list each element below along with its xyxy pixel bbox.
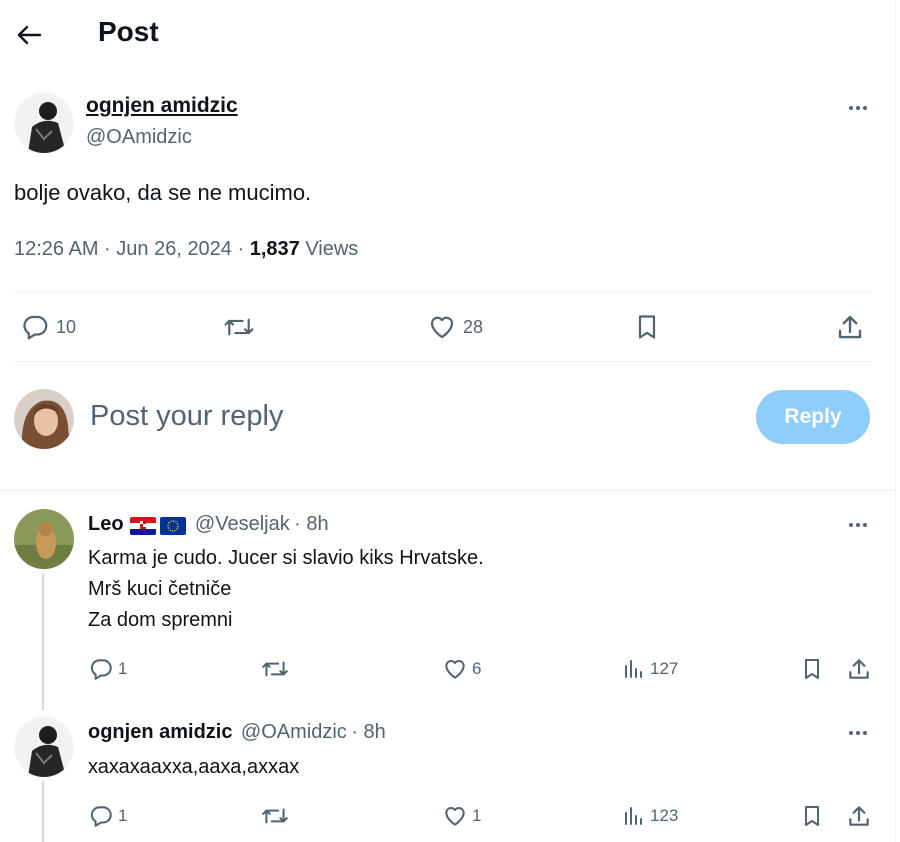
view-count: 123 [650,806,679,825]
divider [14,361,872,362]
reply-header: Leo @Veseljak · 8h [88,513,329,536]
retweet-button[interactable] [222,312,256,342]
croatia-flag-icon [130,516,157,535]
reply-button[interactable]: 10 [20,312,76,342]
like-button[interactable]: 1 [442,803,481,829]
reply-time[interactable]: · 8h [294,513,328,535]
reply-submit-button[interactable]: Reply [756,390,870,444]
retweet-button[interactable] [260,656,290,682]
like-icon [445,807,465,826]
reply-button[interactable]: 1 [88,656,127,682]
page-title: Post [98,16,159,47]
like-icon [430,316,454,339]
user-avatar[interactable] [14,389,74,449]
more-icon[interactable] [843,515,873,535]
retweet-icon [262,661,288,677]
reply-author-handle[interactable]: @Veseljak [195,513,290,535]
post-text: bolje ovako, da se ne mucimo. [14,180,312,205]
more-icon[interactable] [843,723,873,743]
reply-button[interactable]: 1 [88,803,127,829]
reply-text-line: Mrš kuci četniče [88,578,232,600]
column-border [895,0,896,842]
back-arrow-icon[interactable] [14,20,44,50]
reply-text-line: хахахааxха,ааха,ахxах [88,756,300,778]
reply-text: Karma je cudo. Jucer si slavio kiks Hrva… [88,543,484,636]
reply-input[interactable]: Post your reply [90,400,283,433]
views-icon [625,807,642,825]
views-button[interactable]: 123 [622,803,678,829]
author-handle[interactable]: @OAmidzic [86,126,192,149]
thread-line [42,781,44,842]
views-icon [625,660,642,678]
like-count: 1 [472,806,482,825]
views-button[interactable]: 127 [622,656,678,682]
post-timestamp[interactable]: 12:26 AM · Jun 26, 2024 · [14,238,250,260]
reply-avatar[interactable] [14,717,74,777]
share-button[interactable] [846,803,872,829]
post-meta: 12:26 AM · Jun 26, 2024 · 1,837 Views [14,238,358,261]
retweet-icon [262,808,288,824]
author-name[interactable]: ognjen amidzic [86,94,238,118]
bookmark-icon [805,659,819,679]
reply-avatar[interactable] [14,509,74,569]
divider [0,490,895,491]
like-button[interactable]: 6 [442,656,481,682]
reply-author-name[interactable]: ognjen amidzic [88,721,232,743]
reply-icon [23,315,48,340]
views-label: Views [299,238,359,260]
reply-icon [90,806,112,827]
author-avatar[interactable] [14,93,74,153]
bookmark-button[interactable] [800,656,824,682]
reply-icon [90,659,112,680]
reply-header: ognjen amidzic @OAmidzic · 8h [88,721,386,744]
bookmark-icon [638,315,656,339]
reply-time[interactable]: · 8h [351,721,385,743]
reply-count: 1 [118,806,128,825]
bookmark-icon [805,806,819,826]
reply-author-name[interactable]: Leo [88,513,124,535]
like-button[interactable]: 28 [427,312,483,342]
bookmark-button[interactable] [800,803,824,829]
bookmark-button[interactable] [633,312,661,342]
reply-count: 1 [118,659,128,678]
share-icon [838,315,862,339]
share-icon [849,806,869,826]
like-count: 28 [463,316,484,337]
like-icon [445,660,465,679]
reply-count: 10 [56,316,77,337]
share-button[interactable] [846,656,872,682]
like-count: 6 [472,659,482,678]
eu-flag-icon [160,516,187,535]
share-icon [849,659,869,679]
more-icon[interactable] [843,98,873,118]
share-button[interactable] [835,312,865,342]
divider [14,291,872,292]
reply-text-line: Za dom spremni [88,609,233,631]
view-count: 1,837 [249,238,300,260]
reply-text: хахахааxха,ааха,ахxах [88,752,299,783]
retweet-icon [224,318,254,336]
reply-text-line: Karma je cudo. Jucer si slavio kiks Hrva… [88,547,484,569]
retweet-button[interactable] [260,803,290,829]
view-count: 127 [650,659,679,678]
thread-line [42,573,44,710]
reply-author-handle[interactable]: @OAmidzic [241,721,347,743]
